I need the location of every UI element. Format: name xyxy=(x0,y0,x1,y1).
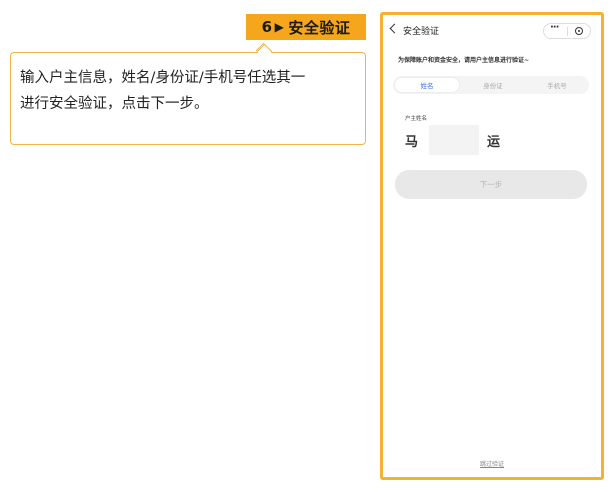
next-button[interactable]: 下一步 xyxy=(395,170,587,199)
name-last-char: 运 xyxy=(487,135,501,150)
security-notice: 为保障账户和资金安全，请用户主信息进行验证~ xyxy=(398,57,530,64)
tab-name[interactable]: 姓名 xyxy=(395,78,459,92)
step-badge: 6 ▶ 安全验证 xyxy=(246,14,366,40)
owner-name-label: 户主姓名 xyxy=(405,116,428,122)
more-icon[interactable]: ··· xyxy=(550,22,559,33)
tab-phone[interactable]: 手机号 xyxy=(525,76,589,94)
callout-line-1: 输入户主信息，姓名/身份证/手机号任选其一 xyxy=(20,70,306,86)
nav-bar: 安全验证 ··· xyxy=(383,15,601,45)
verify-method-tabs: 姓名 身份证 手机号 xyxy=(393,76,589,94)
owner-name-input[interactable]: 马 运 xyxy=(405,125,585,155)
capsule-divider xyxy=(567,27,568,36)
skip-verification-link[interactable]: 跳过验证 xyxy=(383,459,601,468)
instruction-callout: 输入户主信息，姓名/身份证/手机号任选其一 进行安全验证，点击下一步。 xyxy=(10,43,366,145)
nav-title: 安全验证 xyxy=(403,27,440,37)
play-arrow-icon: ▶ xyxy=(274,20,285,34)
chevron-left-icon[interactable] xyxy=(389,23,400,34)
callout-line-2: 进行安全验证，点击下一步。 xyxy=(20,96,209,112)
step-number: 6 xyxy=(261,18,273,36)
step-title: 安全验证 xyxy=(288,18,351,37)
name-missing-field[interactable] xyxy=(429,125,479,155)
name-first-char: 马 xyxy=(405,135,419,150)
phone-screen: 安全验证 ··· 为保障账户和资金安全，请用户主信息进行验证~ 姓名 身份证 手… xyxy=(380,12,604,480)
callout-text: 输入户主信息，姓名/身份证/手机号任选其一 进行安全验证，点击下一步。 xyxy=(20,65,360,117)
mini-program-capsule: ··· xyxy=(543,22,591,39)
tab-id-card[interactable]: 身份证 xyxy=(461,76,525,94)
target-icon[interactable] xyxy=(575,27,583,35)
